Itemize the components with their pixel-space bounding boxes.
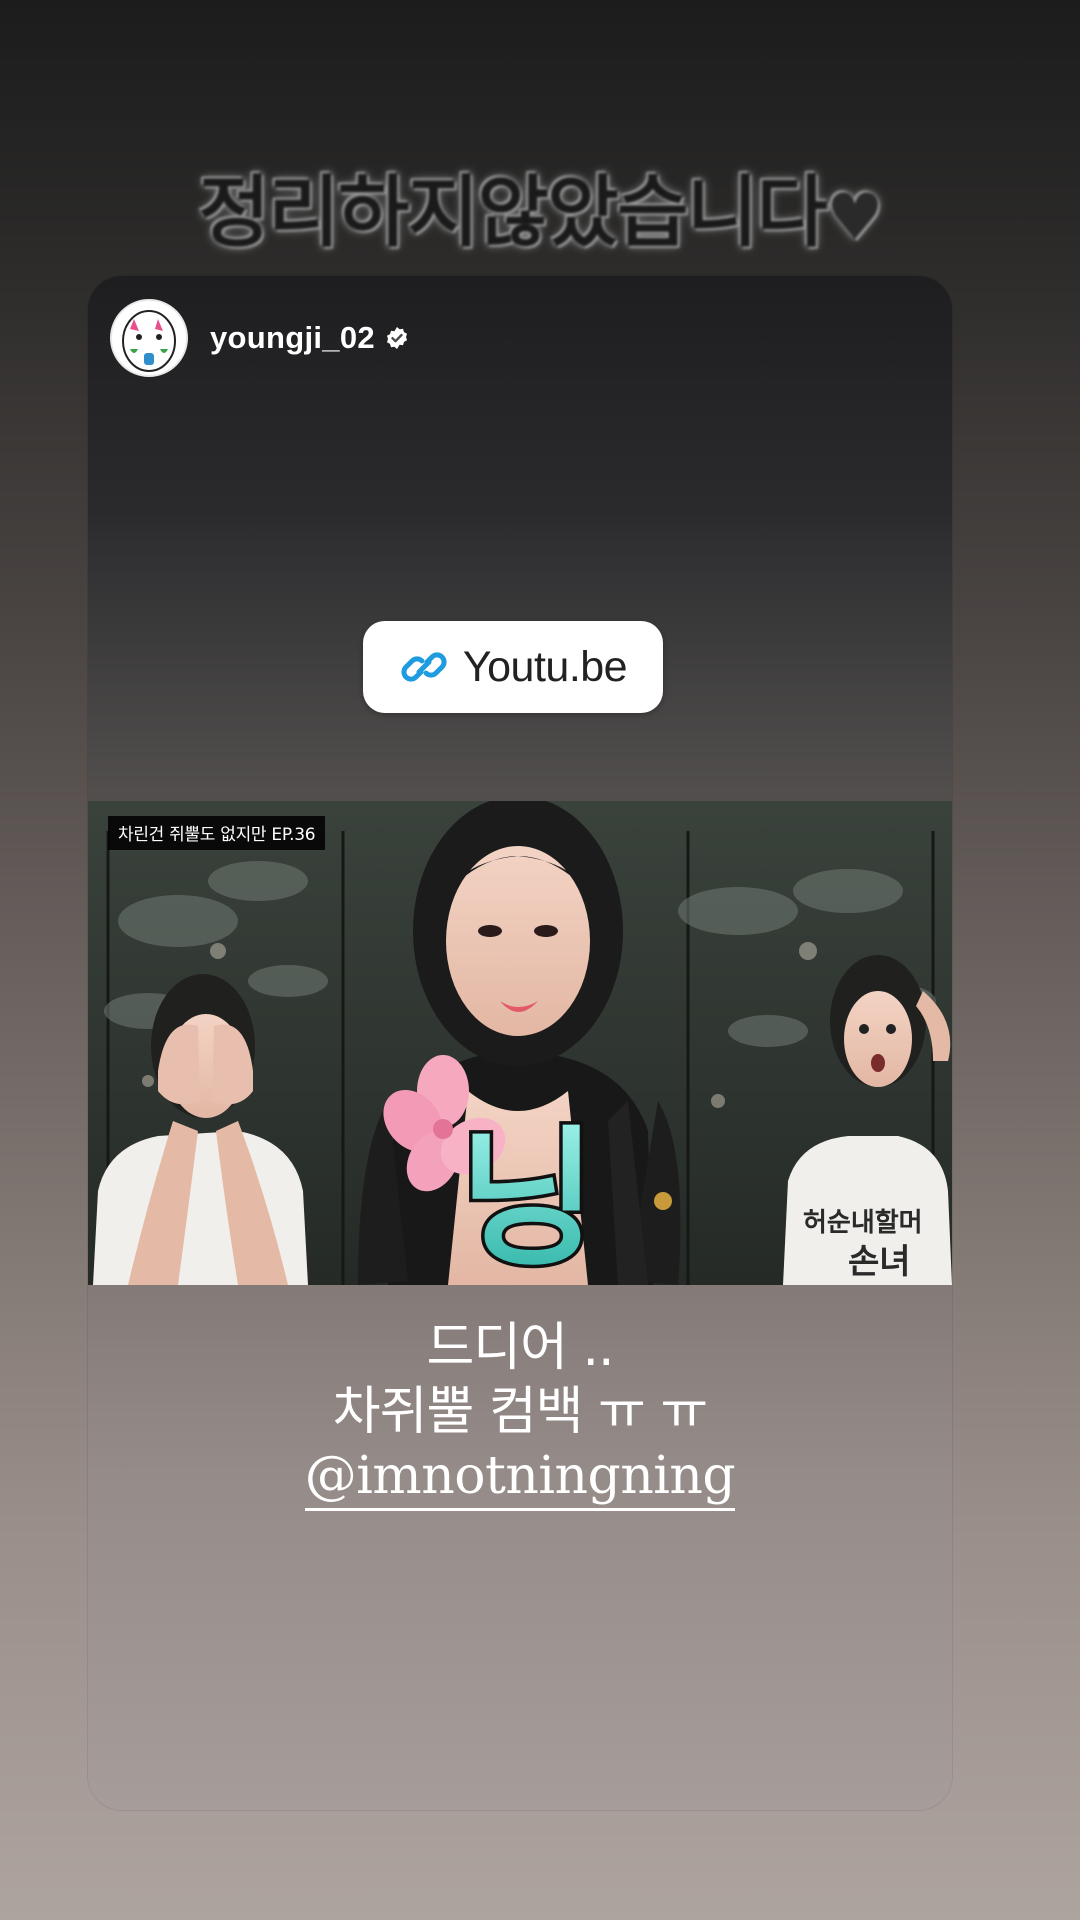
link-icon bbox=[401, 652, 447, 682]
link-sticker[interactable]: Youtu.be bbox=[363, 621, 663, 713]
heart-icon: ♥ bbox=[826, 181, 883, 255]
video-thumbnail[interactable]: 허순내할머 손녀 닝 차린건 쥐뿔도 없지만 EP.36 bbox=[88, 801, 952, 1285]
svg-text:허순내할머: 허순내할머 bbox=[803, 1208, 923, 1238]
story-caption: 드디어 .. 차쥐뿔 컴백 ㅠ ㅠ @imnotningning bbox=[88, 1316, 952, 1511]
story-top-text-label: 정리하지않았습니다 bbox=[198, 168, 828, 258]
video-title-label: 차린건 쥐뿔도 없지만 EP.36 bbox=[108, 816, 326, 850]
thumbnail-image: 허순내할머 손녀 닝 bbox=[88, 801, 952, 1285]
thumbnail-overlay-text: 닝 bbox=[459, 1113, 597, 1285]
story-top-text: 정리하지않았습니다♥ bbox=[0, 150, 1080, 262]
post-username[interactable]: youngji_02 bbox=[210, 320, 375, 356]
shared-post-card[interactable]: youngji_02 Youtu.be 허순내할머 손녀 닝 차린건 쥐뿔도 없… bbox=[88, 276, 952, 1810]
link-sticker-label: Youtu.be bbox=[462, 642, 628, 691]
mention-link[interactable]: @imnotningning bbox=[304, 1448, 736, 1511]
avatar-face-icon bbox=[122, 310, 176, 372]
caption-line-2: 차쥐뿔 컴백 ㅠ ㅠ bbox=[332, 1382, 708, 1442]
verified-badge-icon bbox=[385, 326, 409, 350]
post-header[interactable]: youngji_02 bbox=[110, 298, 409, 378]
svg-text:손녀: 손녀 bbox=[848, 1242, 911, 1282]
avatar[interactable] bbox=[110, 299, 188, 377]
caption-line-1: 드디어 .. bbox=[426, 1318, 614, 1378]
